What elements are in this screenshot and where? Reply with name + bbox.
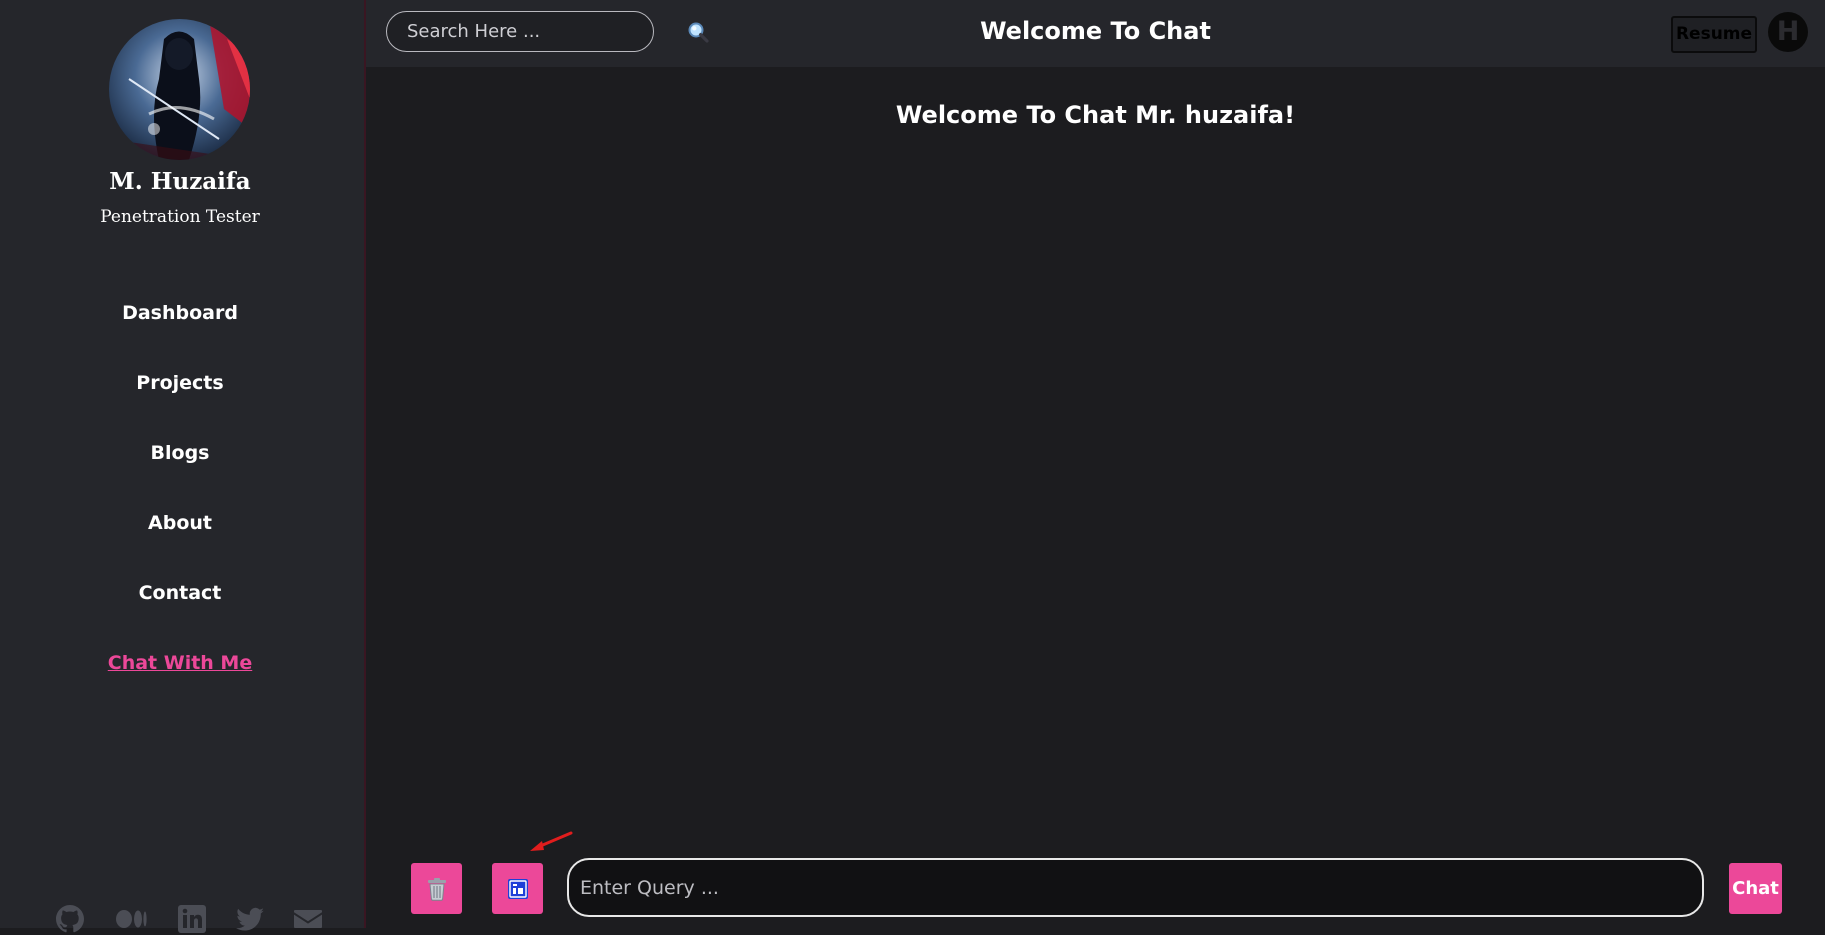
user-avatar[interactable]: H [1768, 12, 1808, 52]
sidebar-item-about[interactable]: About [0, 506, 360, 576]
id-card-icon [507, 878, 528, 899]
profile-title: Penetration Tester [100, 207, 260, 227]
github-icon[interactable] [54, 903, 86, 935]
medium-icon[interactable] [112, 903, 150, 935]
sidebar-item-dashboard[interactable]: Dashboard [0, 296, 360, 366]
annotation-arrow [530, 831, 573, 851]
twitter-icon[interactable] [234, 903, 266, 935]
sidebar: M. Huzaifa Penetration Tester Dashboard … [0, 0, 366, 933]
profile-name: M. Huzaifa [109, 168, 251, 195]
top-header: Welcome To Chat Resume H [366, 0, 1825, 67]
search-icon[interactable] [686, 20, 710, 44]
email-icon[interactable] [292, 903, 324, 935]
sidebar-item-contact[interactable]: Contact [0, 576, 360, 646]
trash-icon [427, 877, 446, 901]
social-links [54, 903, 324, 935]
profile-avatar [109, 19, 250, 160]
chat-send-button[interactable]: Chat [1729, 863, 1782, 914]
search-input[interactable] [386, 11, 654, 52]
sidebar-nav: Dashboard Projects Blogs About Contact C… [0, 296, 360, 716]
linkedin-icon[interactable] [176, 903, 208, 935]
mode-toggle-button[interactable] [492, 863, 543, 914]
clear-chat-button[interactable] [411, 863, 462, 914]
sidebar-item-projects[interactable]: Projects [0, 366, 360, 436]
query-input[interactable] [567, 858, 1704, 917]
resume-button[interactable]: Resume [1671, 16, 1757, 53]
sidebar-item-blogs[interactable]: Blogs [0, 436, 360, 506]
sidebar-item-chat-with-me[interactable]: Chat With Me [0, 646, 360, 716]
welcome-message: Welcome To Chat Mr. huzaifa! [895, 101, 1296, 129]
chat-area: Welcome To Chat Mr. huzaifa! Chat [366, 67, 1825, 928]
